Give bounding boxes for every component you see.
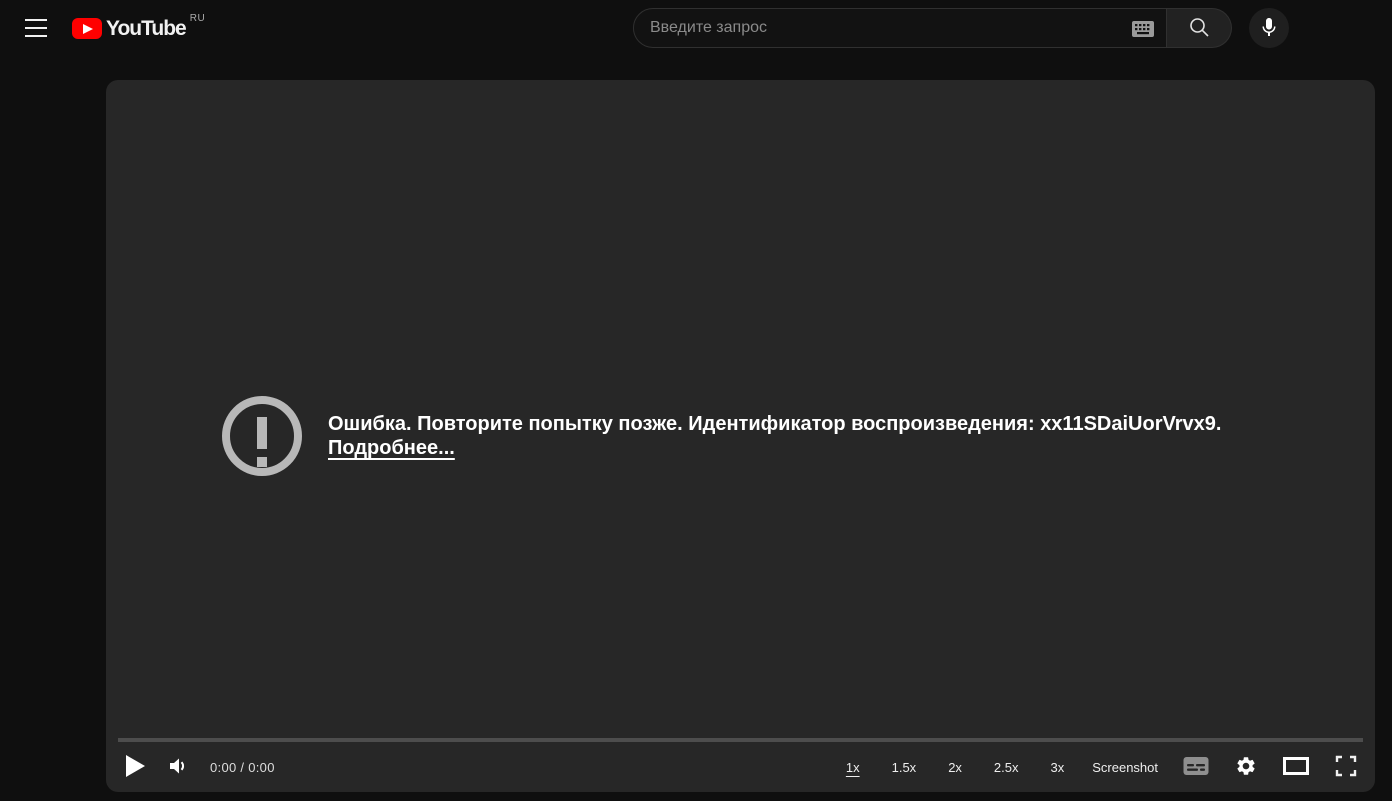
search-button[interactable] — [1167, 8, 1232, 48]
fullscreen-button[interactable] — [1322, 747, 1361, 787]
volume-button[interactable] — [156, 747, 200, 787]
theater-mode-button[interactable] — [1270, 747, 1322, 787]
speed-button-3x[interactable]: 3x — [1035, 747, 1081, 787]
error-text-block: Ошибка. Повторите попытку позже. Идентиф… — [328, 412, 1221, 460]
microphone-icon — [1257, 15, 1281, 42]
video-player: Ошибка. Повторите попытку позже. Идентиф… — [106, 80, 1375, 792]
play-icon — [124, 754, 146, 781]
search-icon — [1187, 15, 1211, 42]
voice-search-button[interactable] — [1249, 8, 1289, 48]
error-message: Ошибка. Повторите попытку позже. Идентиф… — [328, 413, 1222, 435]
search-box — [633, 8, 1167, 48]
theater-mode-icon — [1283, 756, 1309, 779]
gear-icon — [1235, 755, 1257, 780]
right-controls: 1x 1.5x 2x 2.5x 3x Screenshot — [830, 747, 1361, 787]
subtitles-icon — [1183, 756, 1209, 779]
youtube-logo[interactable]: YouTube RU — [72, 13, 206, 41]
speed-button-1-5x[interactable]: 1.5x — [876, 747, 933, 787]
logo-country-code: RU — [189, 13, 206, 24]
fullscreen-icon — [1335, 755, 1357, 780]
player-error-panel: Ошибка. Повторите попытку позже. Идентиф… — [222, 396, 1221, 476]
logo-wordmark: YouTube — [106, 17, 187, 40]
error-details-link[interactable]: Подробнее... — [328, 436, 455, 460]
virtual-keyboard-icon[interactable] — [1130, 19, 1156, 39]
hamburger-icon — [25, 19, 47, 21]
seek-bar[interactable] — [118, 738, 1363, 742]
search-input[interactable] — [634, 9, 1166, 47]
subtitles-button[interactable] — [1170, 747, 1222, 787]
speed-button-2x[interactable]: 2x — [932, 747, 978, 787]
error-exclamation-icon — [222, 396, 302, 476]
speed-button-2-5x[interactable]: 2.5x — [978, 747, 1035, 787]
screenshot-button[interactable]: Screenshot — [1080, 747, 1170, 787]
time-display: 0:00 / 0:00 — [210, 759, 275, 775]
youtube-play-icon — [72, 18, 102, 39]
search-area — [633, 8, 1232, 48]
play-button[interactable] — [120, 747, 156, 787]
settings-button[interactable] — [1222, 747, 1270, 787]
player-controls-bar: 0:00 / 0:00 1x 1.5x 2x 2.5x 3x Screensho… — [106, 744, 1375, 790]
guide-menu-button[interactable] — [16, 8, 56, 48]
top-app-bar: YouTube RU — [0, 0, 1392, 56]
speed-button-1x[interactable]: 1x — [830, 747, 876, 787]
volume-icon — [166, 754, 190, 781]
